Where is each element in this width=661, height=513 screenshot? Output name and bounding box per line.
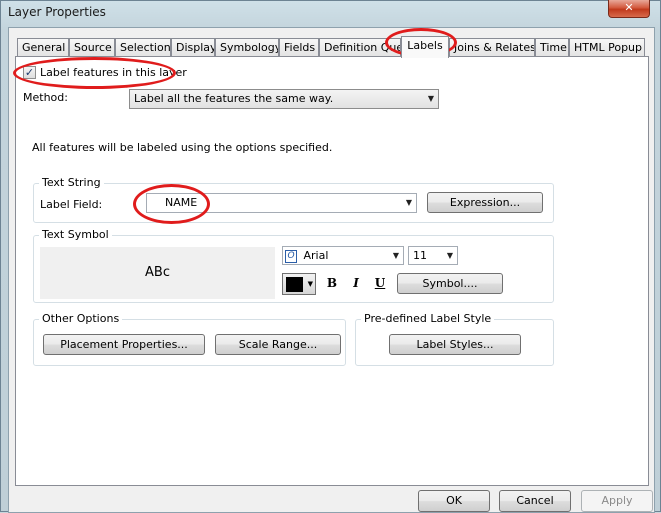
tab-definition-query[interactable]: Definition Query: [319, 38, 401, 57]
label-features-label: Label features in this layer: [40, 66, 187, 79]
cancel-button[interactable]: Cancel: [499, 490, 571, 512]
labels-panel: ✓ Label features in this layer Method: L…: [15, 56, 649, 486]
text-symbol-group: Text Symbol ABc O Arial ▼ 11 ▼ ▼ B I U S…: [33, 229, 554, 303]
label-styles-button[interactable]: Label Styles...: [389, 334, 521, 355]
label-features-checkbox[interactable]: ✓: [23, 66, 36, 79]
expression-button[interactable]: Expression...: [427, 192, 543, 213]
font-size-dropdown[interactable]: 11 ▼: [408, 246, 458, 265]
title-bar: Layer Properties ✕: [1, 0, 660, 27]
chevron-down-icon: ▼: [392, 251, 399, 260]
tab-strip: General Source Selection Display Symbolo…: [15, 36, 655, 58]
other-options-group: Other Options Placement Properties... Sc…: [33, 313, 346, 366]
text-string-group: Text String Label Field: NAME ▼ Expressi…: [33, 177, 554, 223]
tab-display[interactable]: Display: [171, 38, 215, 57]
text-color-picker[interactable]: ▼: [282, 273, 316, 295]
tab-symbology[interactable]: Symbology: [215, 38, 279, 57]
layer-properties-dialog: Layer Properties ✕ General Source Select…: [0, 0, 661, 513]
text-symbol-group-label: Text Symbol: [39, 229, 112, 241]
info-text: All features will be labeled using the o…: [32, 141, 333, 154]
method-value: Label all the features the same way.: [134, 92, 334, 105]
chevron-down-icon: ▼: [307, 280, 313, 288]
dialog-body: General Source Selection Display Symbolo…: [8, 27, 655, 513]
color-swatch: [286, 277, 303, 292]
font-dropdown[interactable]: O Arial ▼: [282, 246, 404, 265]
other-options-group-label: Other Options: [39, 313, 123, 325]
tab-general[interactable]: General: [17, 38, 69, 57]
tab-selection[interactable]: Selection: [115, 38, 171, 57]
method-dropdown[interactable]: Label all the features the same way. ▼: [129, 89, 439, 109]
underline-button[interactable]: U: [370, 273, 390, 294]
font-name: Arial: [303, 249, 329, 262]
tab-source[interactable]: Source: [69, 38, 115, 57]
tab-labels[interactable]: Labels: [401, 36, 449, 58]
label-field-value: NAME: [165, 196, 198, 209]
opentype-font-icon: O: [285, 249, 297, 263]
method-label: Method:: [23, 91, 68, 104]
chevron-down-icon: ▼: [446, 251, 453, 260]
tab-fields[interactable]: Fields: [279, 38, 319, 57]
label-field-dropdown[interactable]: NAME ▼: [146, 193, 417, 213]
symbol-preview: ABc: [40, 247, 275, 299]
tab-joins-relates[interactable]: Joins & Relates: [449, 38, 535, 57]
ok-button[interactable]: OK: [418, 490, 490, 512]
chevron-down-icon: ▼: [427, 94, 434, 103]
bold-button[interactable]: B: [322, 273, 342, 294]
placement-properties-button[interactable]: Placement Properties...: [43, 334, 205, 355]
tab-html-popup[interactable]: HTML Popup: [569, 38, 645, 57]
font-size-value: 11: [413, 249, 427, 262]
predefined-label-style-group-label: Pre-defined Label Style: [361, 313, 495, 325]
window-title: Layer Properties: [8, 5, 106, 19]
symbol-button[interactable]: Symbol....: [397, 273, 503, 294]
text-string-group-label: Text String: [39, 177, 104, 189]
close-button[interactable]: ✕: [608, 0, 650, 18]
italic-button[interactable]: I: [346, 273, 366, 294]
apply-button[interactable]: Apply: [581, 490, 653, 512]
scale-range-button[interactable]: Scale Range...: [215, 334, 341, 355]
label-field-label: Label Field:: [40, 198, 103, 211]
predefined-label-style-group: Pre-defined Label Style Label Styles...: [355, 313, 554, 366]
tab-time[interactable]: Time: [535, 38, 569, 57]
chevron-down-icon: ▼: [405, 198, 412, 207]
